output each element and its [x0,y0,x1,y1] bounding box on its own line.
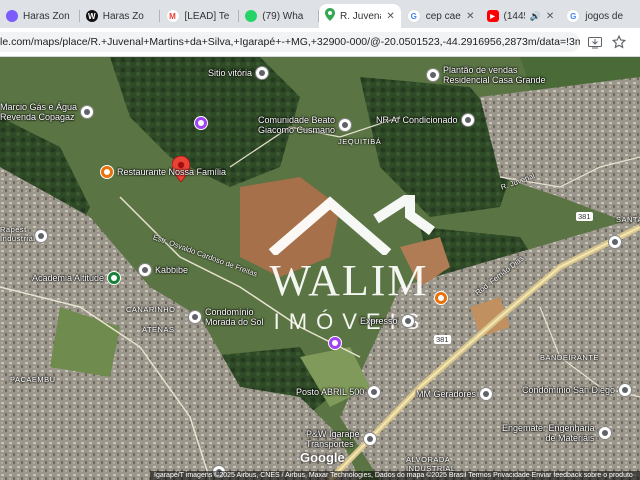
url-text: le.com/maps/place/R.+Juvenal+Martins+da+… [0,36,580,48]
satellite-map[interactable]: WALIM IMÓVEIS Sitio vitória Plantão de v… [0,57,640,480]
place-marker-icon [338,118,353,132]
tab-title: Haras Zo [102,10,144,22]
poi-label: Posto ABRIL 500 [296,387,365,397]
youtube-icon: ▶ [486,10,499,22]
place-marker-icon[interactable] [34,229,48,243]
area-label-santa: SANTA [616,215,640,224]
google-icon: G [406,9,421,23]
tab-title: (1445 [503,10,525,22]
area-label-pacaembu: PACAEMBU [10,375,56,384]
tab-google-search-cep[interactable]: G cep caet ✕ [401,4,481,28]
poi-plantao-vendas[interactable]: Plantão de vendas Residencial Casa Grand… [426,65,546,85]
poi-label: Marcio Gás e Água Revenda Copagaz [0,102,78,122]
place-marker-icon [367,385,382,399]
poi-label: Comunidade Beato Giacomo Cusmano [258,115,336,135]
tab-gmail-lead[interactable]: M [LEAD] Te [160,4,240,28]
place-marker-icon [80,105,95,119]
tab-title: (79) Wha [262,10,304,22]
area-label-atenas: ATENAS [142,325,175,334]
place-marker-icon[interactable] [618,383,632,397]
poi-sitio-vitoria[interactable]: Sitio vitória [208,66,270,80]
poi-san-diego[interactable]: Condomínio San Diego [522,383,633,397]
poi-label: MM Geradores [416,389,477,399]
poi-nr-ar[interactable]: NR Ar Condicionado [376,113,475,127]
highway-shield-381-a: 381 [576,212,593,221]
tab-title: [LEAD] Te [184,10,230,22]
whatsapp-icon [245,10,258,22]
place-marker-icon[interactable] [434,291,448,305]
place-marker-icon[interactable] [608,235,622,249]
poi-label: P&W Igarapé Transportes [306,429,360,449]
area-label-canarinho: CANARINHO [126,305,176,314]
poi-label: Engemater Engenharia de Materiais [502,423,595,443]
speaker-icon[interactable]: 🔊 [530,11,541,22]
poi-marcio-gas[interactable]: Marcio Gás e Água Revenda Copagaz [0,102,95,122]
poi-restaurante[interactable]: Restaurante Nossa Família [100,165,226,179]
tab-whatsapp[interactable]: (79) Wha [239,4,319,28]
place-marker-icon [460,113,475,127]
place-marker-icon [188,310,202,324]
place-marker-icon [138,263,152,277]
google-icon: G [566,9,581,23]
browser-tab-strip: Haras Zon W Haras Zo M [LEAD] Te (79) Wh… [0,0,640,28]
gym-icon [107,271,122,285]
place-marker-icon [426,68,440,82]
tab-haras-zon-1[interactable]: Haras Zon [0,4,80,28]
poi-label: NR Ar Condicionado [376,115,458,125]
map-attribution: Igarapé/T imagens ©2025 Airbus, CNES / A… [150,471,640,480]
tab-title: R. Juvenal [340,10,381,22]
poi-academia[interactable]: Academia Altitude [32,271,122,285]
place-marker-icon [400,314,415,328]
poi-label: Condomínio San Diego [522,385,616,395]
place-marker-icon [362,432,377,446]
tab-google-search-jogos[interactable]: G jogos de [560,4,640,28]
gmail-icon: M [165,9,180,23]
poi-label: Academia Altitude [32,273,105,283]
poi-kabbibe[interactable]: Kabbibe [138,263,188,277]
tab-title: jogos de [585,10,624,22]
poi-mm-geradores[interactable]: MM Geradores [416,387,494,401]
poi-label: Expresso [360,316,398,326]
tab-title: cep caet [425,10,462,22]
place-marker-icon[interactable] [194,116,208,130]
area-label-jequitiba: JEQUITIBÁ [338,137,382,146]
maps-pin-icon [325,8,335,24]
poi-comunidade-beato[interactable]: Comunidade Beato Giacomo Cusmano [258,115,353,135]
tab-title: Haras Zon [23,10,70,22]
poi-label: Sitio vitória [208,68,253,78]
highway-shield-381-b: 381 [434,335,451,344]
address-bar[interactable]: le.com/maps/place/R.+Juvenal+Martins+da+… [0,32,580,52]
poi-label: Plantão de vendas Residencial Casa Grand… [443,65,546,85]
poi-pw-igarape[interactable]: P&W Igarapé Transportes [306,429,377,449]
area-label-bandeirante: BANDEIRANTE [540,353,599,362]
tab-favicon-icon: W [85,10,98,22]
watermark-subtitle: IMÓVEIS [273,309,429,334]
google-logo: Google [300,450,345,465]
tab-favicon-icon [6,10,18,22]
watermark-brand-name: WALIM [269,256,429,305]
place-marker-icon [479,387,494,401]
poi-expresso[interactable]: Expresso [360,314,415,328]
poi-label: Restaurante Nossa Família [117,167,227,177]
restaurant-icon [100,165,114,179]
place-marker-icon [255,66,270,80]
poi-engemater[interactable]: Engemater Engenharia de Materiais [502,423,612,443]
close-tab-icon[interactable]: ✕ [466,11,474,22]
poi-label: Condomínio Morada do Sol [205,307,264,327]
place-marker-icon[interactable] [328,336,342,350]
poi-posto-abril[interactable]: Posto ABRIL 500 [296,385,382,399]
close-tab-icon[interactable]: ✕ [546,11,554,22]
poi-morada-do-sol[interactable]: Condomínio Morada do Sol [188,307,264,327]
install-app-icon[interactable] [588,36,602,54]
browser-toolbar: le.com/maps/place/R.+Juvenal+Martins+da+… [0,28,640,57]
tab-google-maps-active[interactable]: R. Juvenal ✕ [319,4,401,28]
bookmark-star-icon[interactable] [611,34,627,54]
walim-roof-logo [258,187,444,260]
poi-label: Kabbibe [155,265,189,275]
tab-youtube[interactable]: ▶ (1445 🔊 ✕ [481,4,561,28]
area-label-rapest: Rapest Industrial [0,225,36,243]
place-marker-icon [597,426,612,440]
close-tab-icon[interactable]: ✕ [386,11,394,22]
tab-haras-zon-2[interactable]: W Haras Zo [80,4,160,28]
